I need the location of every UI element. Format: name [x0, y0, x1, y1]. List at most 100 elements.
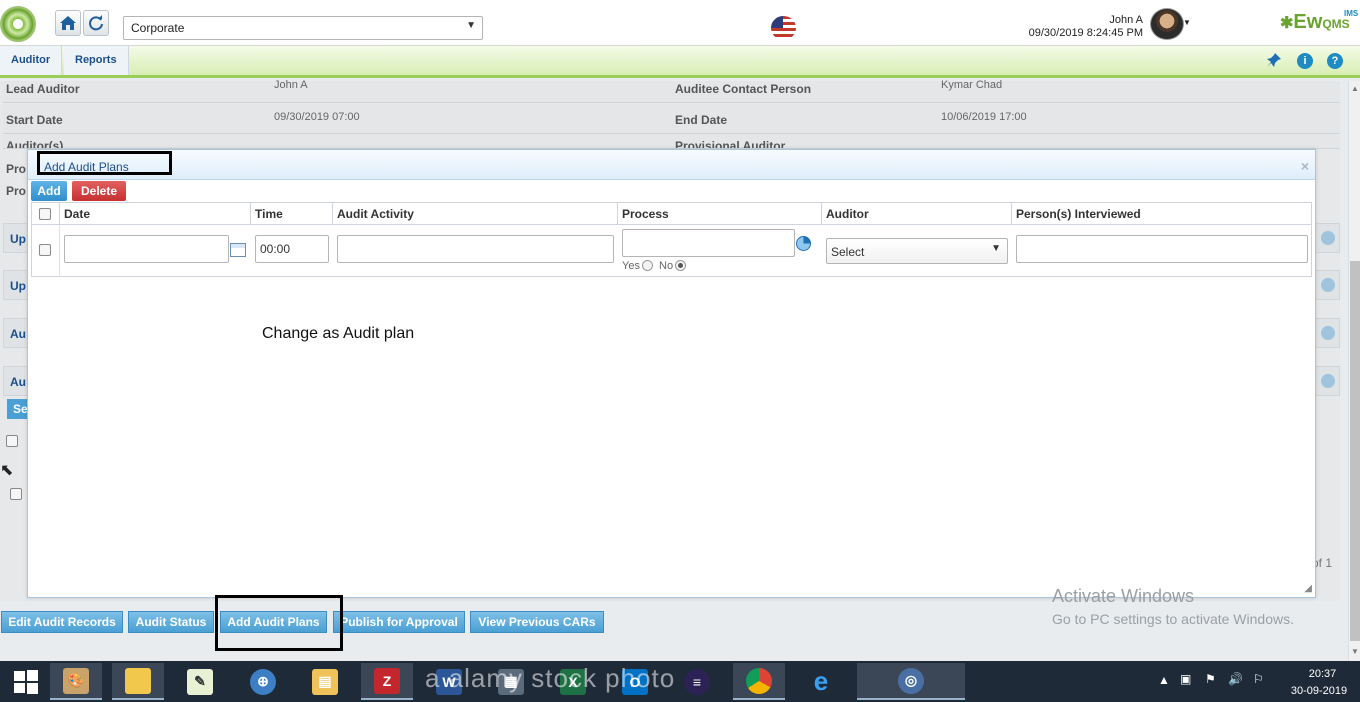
delete-button[interactable]: Delete	[72, 181, 126, 201]
radio-no[interactable]	[675, 260, 687, 271]
organization-select[interactable]: Corporate ▼	[123, 16, 483, 40]
column-header-persons-interviewed: Person(s) Interviewed	[1012, 203, 1311, 225]
remote-app-icon: ◎	[898, 667, 924, 694]
table-row	[32, 225, 60, 277]
process-picker-icon[interactable]	[796, 236, 811, 251]
taskbar-chrome[interactable]	[733, 663, 785, 700]
end-date-value: 10/06/2019 17:00	[941, 111, 1027, 123]
file-manager-icon: ▤	[312, 668, 338, 695]
action-center-flag-icon[interactable]: ⚐	[1253, 672, 1264, 686]
select-all-checkbox[interactable]	[39, 208, 51, 220]
add-button[interactable]: Add	[31, 181, 67, 201]
start-date-value: 09/30/2019 07:00	[274, 111, 360, 123]
home-button[interactable]	[55, 10, 81, 36]
user-name: John A	[1109, 14, 1143, 26]
network-icon[interactable]: ▣	[1180, 672, 1191, 686]
taskbar-notepad[interactable]: ✎	[174, 663, 226, 700]
edit-audit-records-button[interactable]: Edit Audit Records	[1, 611, 123, 633]
paint-icon: 🎨	[63, 667, 89, 694]
taskbar-safari[interactable]: ⊕	[237, 663, 289, 700]
page-scrollbar[interactable]: ▲ ▼	[1348, 81, 1360, 661]
process-input[interactable]	[622, 229, 795, 257]
taskbar-remote-app[interactable]: ◎	[857, 663, 965, 700]
info-icon[interactable]: i	[1297, 53, 1313, 69]
caret-down-icon[interactable]: ▼	[1183, 18, 1191, 27]
nav-tab-auditor[interactable]: Auditor	[0, 46, 63, 75]
us-flag-icon[interactable]	[771, 16, 796, 40]
row-checkbox[interactable]	[39, 244, 51, 256]
expand-icon[interactable]	[1321, 278, 1335, 292]
lead-auditor-label: Lead Auditor	[6, 82, 80, 96]
publish-for-approval-button[interactable]: Publish for Approval	[333, 611, 465, 633]
add-audit-plans-dialog: Add Audit Plans × Add Delete Date Time A…	[27, 149, 1316, 598]
start-button[interactable]	[0, 663, 52, 700]
expand-icon[interactable]	[1321, 326, 1335, 340]
highlight-box-title	[37, 151, 172, 175]
app-logo-icon[interactable]	[0, 6, 36, 42]
dialog-titlebar: Add Audit Plans ×	[28, 150, 1315, 180]
radio-yes[interactable]	[641, 260, 653, 271]
avatar[interactable]	[1150, 8, 1184, 40]
eclipse-icon: ≡	[684, 668, 710, 695]
bg-checkbox-1[interactable]	[6, 435, 18, 447]
notepad-icon: ✎	[187, 668, 213, 695]
scroll-down-icon[interactable]: ▼	[1351, 647, 1359, 656]
pin-icon[interactable]	[1266, 52, 1282, 71]
contact-label: Auditee Contact Person	[675, 82, 812, 96]
scroll-up-icon[interactable]: ▲	[1351, 84, 1359, 93]
auditor-select[interactable]: Select ▼	[826, 238, 1008, 264]
refresh-button[interactable]	[83, 10, 109, 36]
info-row-dates: Start Date 09/30/2019 07:00 End Date 10/…	[3, 104, 1340, 134]
activate-windows-title: Activate Windows	[1052, 586, 1195, 606]
resize-handle-icon[interactable]: ◢	[1304, 583, 1312, 594]
highlight-box-action	[215, 595, 343, 651]
radio-yes-label: Yes	[622, 260, 640, 272]
section-title: Up	[10, 232, 26, 246]
audit-activity-input[interactable]	[337, 235, 614, 263]
taskbar-explorer[interactable]	[112, 663, 164, 700]
column-header-date: Date	[60, 203, 251, 225]
top-header: Corporate ▼ John A 09/30/2019 8:24:45 PM…	[0, 0, 1360, 46]
provisional-label: Provisional Auditor	[675, 139, 786, 149]
column-header-time: Time	[251, 203, 333, 225]
explorer-folder-icon	[125, 667, 151, 694]
bg-checkbox-2[interactable]	[10, 488, 22, 500]
scrollbar-thumb[interactable]	[1350, 261, 1360, 641]
taskbar-file-manager[interactable]: ▤	[299, 663, 351, 700]
calendar-icon[interactable]	[230, 243, 246, 257]
close-icon[interactable]: ×	[1301, 158, 1309, 174]
tray-expand-icon[interactable]: ▲	[1158, 673, 1170, 687]
brand-logo: ✱EwQMS IMS	[1280, 9, 1358, 34]
chrome-icon	[746, 667, 772, 694]
windows-start-icon	[14, 669, 38, 694]
clock-date[interactable]: 30-09-2019	[1284, 685, 1354, 697]
chevron-down-icon: ▼	[466, 20, 476, 31]
main-nav: Auditor Reports i ?	[0, 46, 1360, 78]
end-date-label: End Date	[675, 113, 728, 127]
column-header-audit-activity: Audit Activity	[333, 203, 618, 225]
partial-label-2: Pro	[6, 184, 27, 198]
persons-interviewed-input[interactable]	[1016, 235, 1308, 263]
header-select-all	[32, 203, 60, 225]
section-title: Au	[10, 375, 26, 389]
help-icon[interactable]: ?	[1327, 53, 1343, 69]
audit-status-button[interactable]: Audit Status	[128, 611, 214, 633]
taskbar-paint[interactable]: 🎨	[50, 663, 102, 700]
taskbar-filezilla[interactable]: Z	[361, 663, 413, 700]
time-input[interactable]: 00:00	[255, 235, 329, 263]
date-input[interactable]	[64, 235, 229, 263]
view-previous-cars-button[interactable]: View Previous CARs	[470, 611, 604, 633]
taskbar-internet-explorer[interactable]: e	[795, 663, 847, 700]
auditors-label: Auditor(s)	[6, 139, 64, 149]
volume-icon[interactable]: 🔊	[1228, 672, 1243, 686]
security-flag-icon[interactable]: ⚑	[1205, 672, 1216, 686]
windows-taskbar: 🎨 ✎ ⊕ ▤ Z W ▦ X O ≡ e ◎	[0, 661, 1360, 702]
expand-icon[interactable]	[1321, 231, 1335, 245]
section-title: Up	[10, 279, 26, 293]
expand-icon[interactable]	[1321, 374, 1335, 388]
brand-star-icon: ✱	[1280, 15, 1294, 32]
taskbar-eclipse[interactable]: ≡	[671, 663, 723, 700]
brand-qms: QMS	[1322, 17, 1350, 31]
clock-time[interactable]: 20:37	[1300, 668, 1345, 680]
nav-tab-reports[interactable]: Reports	[64, 46, 129, 75]
